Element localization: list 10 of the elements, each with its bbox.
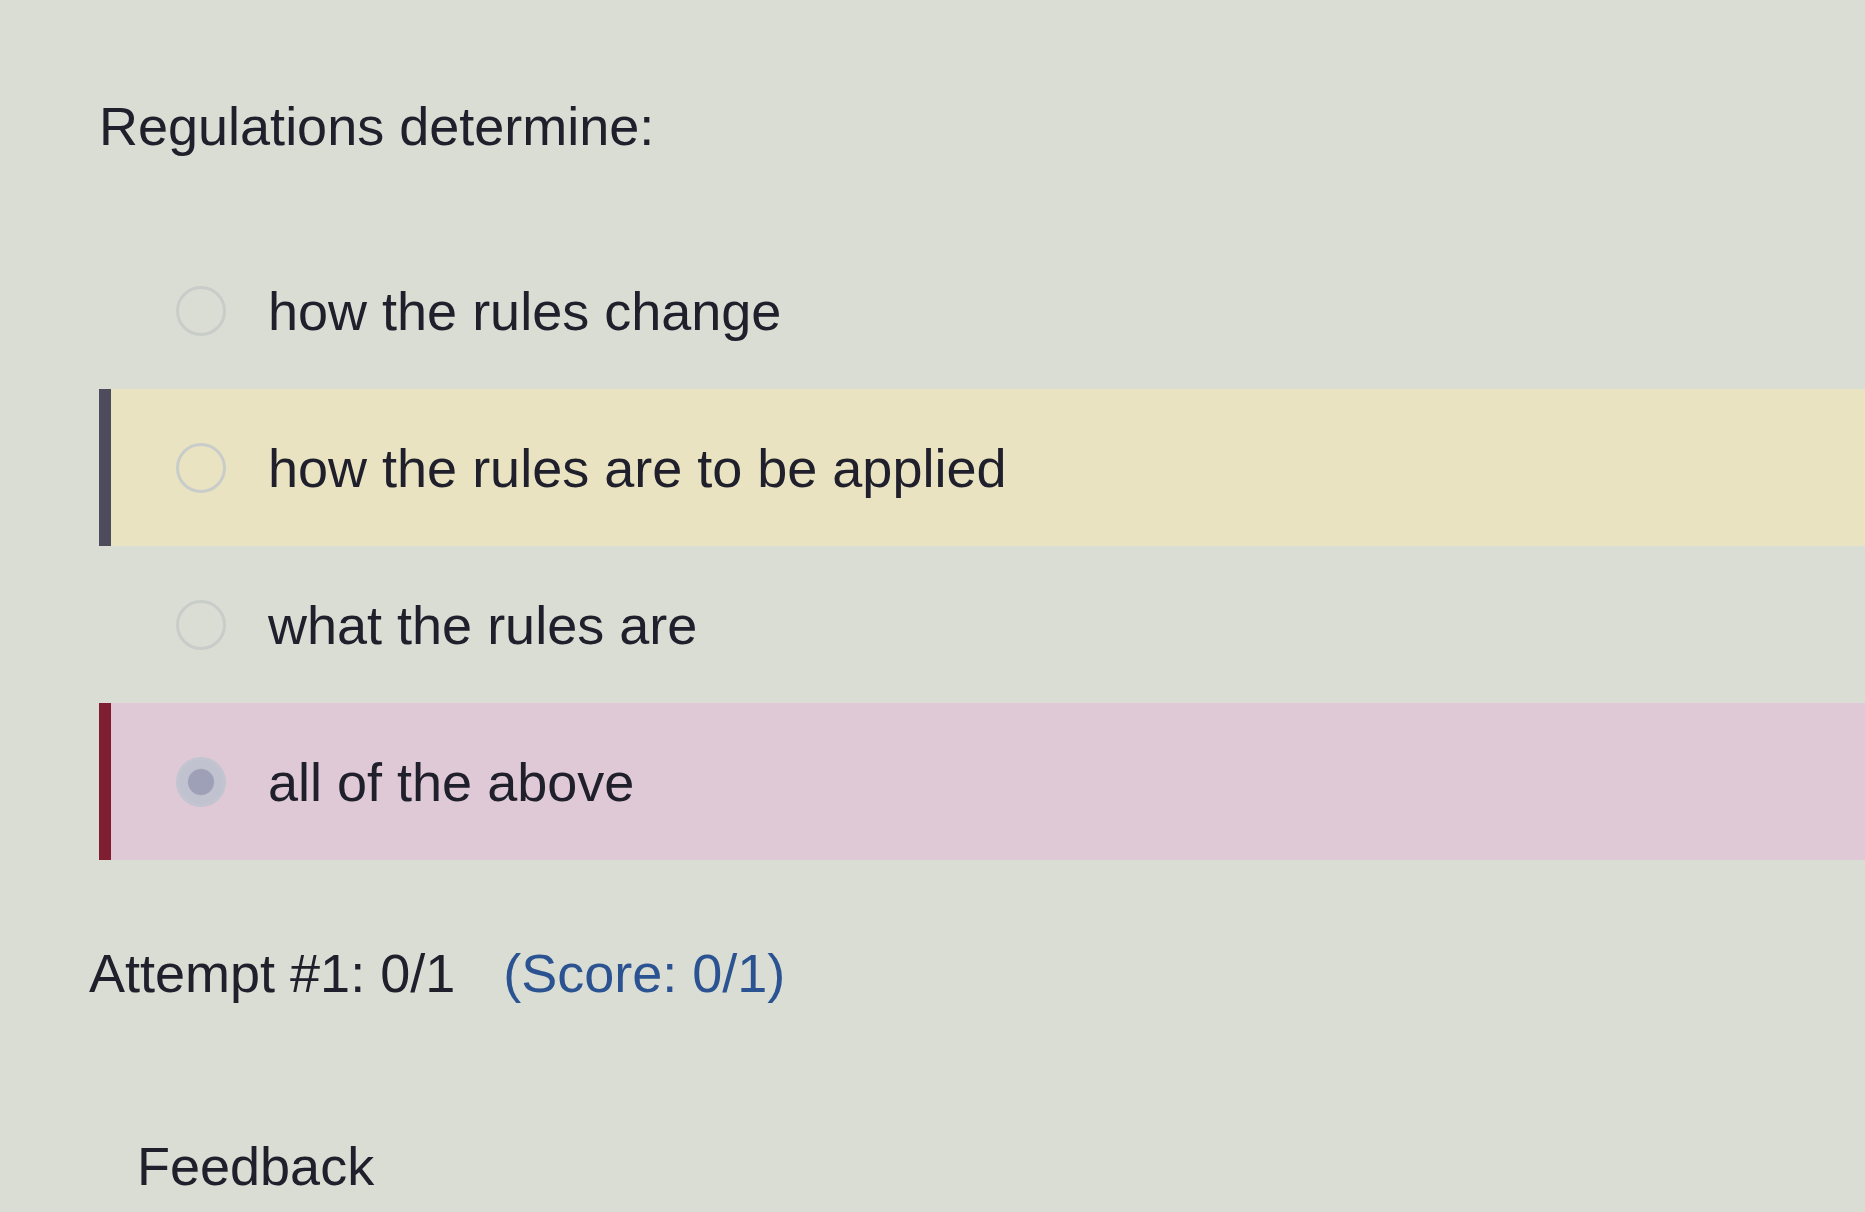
radio-button[interactable] bbox=[176, 442, 226, 493]
option-label[interactable]: what the rules are bbox=[268, 592, 698, 657]
feedback-heading: Feedback bbox=[137, 1137, 375, 1195]
score-text: (Score: 0/1) bbox=[503, 942, 786, 1005]
option-label[interactable]: how the rules change bbox=[268, 278, 782, 343]
attempt-result: Attempt #1: 0/1 bbox=[89, 942, 456, 1005]
question-prompt: Regulations determine: bbox=[99, 95, 655, 158]
option-label[interactable]: how the rules are to be applied bbox=[268, 435, 1007, 500]
radio-button[interactable] bbox=[176, 756, 226, 807]
option-label[interactable]: all of the above bbox=[268, 749, 635, 814]
